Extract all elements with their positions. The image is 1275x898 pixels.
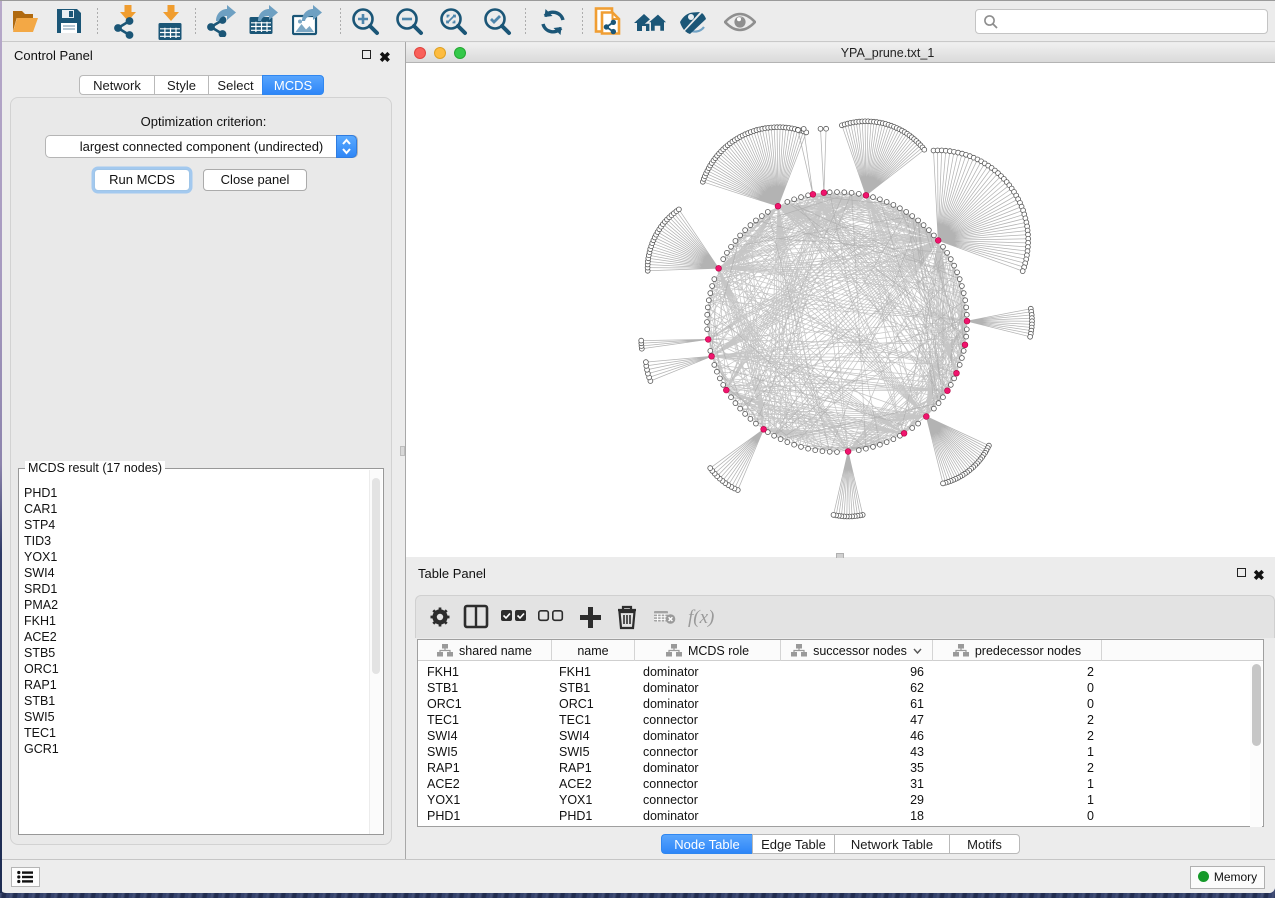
svg-text:f(x): f(x) (688, 607, 714, 628)
